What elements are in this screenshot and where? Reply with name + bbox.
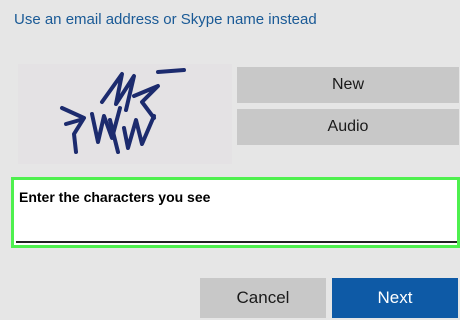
- captcha-entry-input[interactable]: [19, 186, 439, 208]
- cancel-button[interactable]: Cancel: [200, 278, 326, 318]
- captcha-entry-field[interactable]: [11, 177, 460, 248]
- audio-captcha-button[interactable]: Audio: [237, 109, 459, 145]
- captcha-image: [18, 64, 232, 164]
- next-button[interactable]: Next: [332, 278, 458, 318]
- use-email-or-skype-link[interactable]: Use an email address or Skype name inste…: [14, 11, 317, 28]
- captcha-glyphs: [60, 68, 186, 154]
- captcha-entry-box: [16, 182, 457, 243]
- new-captcha-button[interactable]: New: [237, 67, 459, 103]
